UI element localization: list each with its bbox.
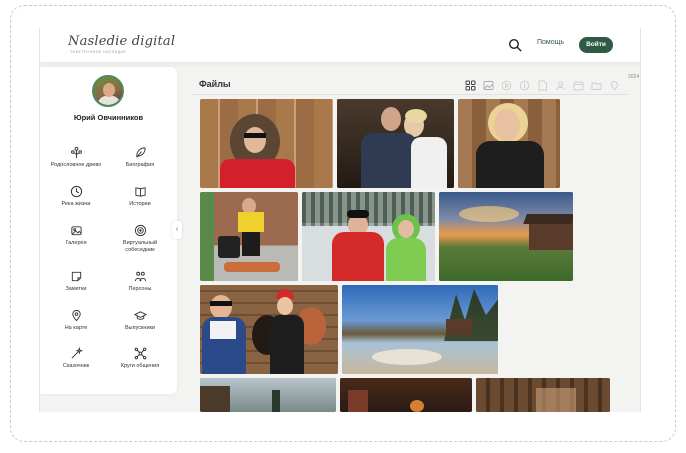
people-filter-icon[interactable] <box>555 78 566 91</box>
book-icon <box>134 187 146 197</box>
sidebar-item-label: Заметки <box>65 286 87 292</box>
photo-thumbnail[interactable] <box>439 192 573 281</box>
sidebar-item-label: На карте <box>64 325 88 331</box>
sidebar-item-life-river[interactable]: Река жизни <box>46 185 106 208</box>
page-title: Файлы <box>199 79 231 89</box>
sidebar-item-biography[interactable]: Биография <box>110 146 170 169</box>
scrollbar-thumb[interactable] <box>640 312 641 338</box>
search-icon[interactable] <box>508 38 522 52</box>
sidebar-item-graduates[interactable]: Выпускники <box>110 309 170 332</box>
chat-icon <box>134 224 146 237</box>
photo-thumbnail[interactable] <box>458 99 560 188</box>
sidebar-item-social-circles[interactable]: Круги общения <box>110 347 170 370</box>
note-icon <box>71 271 81 282</box>
login-button[interactable]: Войти <box>579 37 613 53</box>
feather-icon <box>135 147 146 158</box>
sidebar-item-label: Родословное древо <box>50 162 102 168</box>
photo-thumbnail[interactable] <box>340 378 472 412</box>
map-pin-icon <box>71 309 81 322</box>
document-filter-icon[interactable] <box>537 78 548 91</box>
magic-wand-icon <box>71 347 83 359</box>
image-filter-icon[interactable] <box>483 78 494 90</box>
sidebar-item-on-map[interactable]: На карте <box>46 309 106 332</box>
profile-name: Юрий Овчинников <box>73 113 144 122</box>
sidebar-item-persons[interactable]: Персоны <box>110 270 170 293</box>
location-filter-icon[interactable] <box>609 78 620 91</box>
video-filter-icon[interactable] <box>501 78 512 91</box>
photo-thumbnail[interactable] <box>302 192 435 281</box>
sidebar-item-gallery[interactable]: Галерея <box>46 224 106 247</box>
network-icon <box>134 347 146 360</box>
sidebar: Юрий Овчинников Родословное древо Биогра… <box>40 67 177 394</box>
sidebar-item-label: Виртуальный собеседник <box>122 240 158 253</box>
clock-icon <box>70 185 82 198</box>
photo-thumbnail[interactable] <box>200 99 333 188</box>
audio-filter-icon[interactable] <box>519 78 530 91</box>
photo-thumbnail[interactable] <box>200 378 336 412</box>
sidebar-item-label: Круги общения <box>120 363 160 369</box>
title-divider <box>192 94 628 95</box>
gallery-icon <box>70 226 82 236</box>
photo-thumbnail[interactable] <box>200 192 298 281</box>
tree-icon <box>70 146 82 159</box>
sidebar-item-label: Истории <box>129 201 151 207</box>
year-label: 2024 <box>628 74 640 80</box>
logo[interactable]: Nasledie digital <box>68 34 175 49</box>
sidebar-item-virtual-companion[interactable]: Виртуальный собеседник <box>110 224 170 253</box>
photo-thumbnail[interactable] <box>337 99 454 188</box>
photo-thumbnail[interactable] <box>342 285 498 374</box>
app-window: Nasledie digital ЭЛЕКТРОННОЕ НАСЛЕДИЕ По… <box>39 28 641 412</box>
sidebar-item-family-tree[interactable]: Родословное древо <box>46 146 106 169</box>
sidebar-item-storyteller[interactable]: Сказочник <box>46 347 106 370</box>
sidebar-item-label: Биография <box>125 162 155 168</box>
sidebar-item-label: Сказочник <box>62 363 90 369</box>
persons-icon <box>134 271 146 282</box>
calendar-filter-icon[interactable] <box>573 78 584 91</box>
sidebar-item-label: Река жизни <box>61 201 91 207</box>
grid-view-icon[interactable] <box>465 78 476 91</box>
photo-thumbnail[interactable] <box>200 285 338 374</box>
graduation-cap-icon <box>133 311 147 320</box>
logo-subtitle: ЭЛЕКТРОННОЕ НАСЛЕДИЕ <box>70 50 127 54</box>
sidebar-item-label: Выпускники <box>124 325 156 331</box>
photo-thumbnail[interactable] <box>476 378 610 412</box>
top-bar: Nasledie digital ЭЛЕКТРОННОЕ НАСЛЕДИЕ По… <box>40 28 640 62</box>
sidebar-item-label: Персоны <box>128 286 152 292</box>
sidebar-item-label: Галерея <box>65 240 87 246</box>
avatar[interactable] <box>92 75 124 107</box>
sidebar-item-notes[interactable]: Заметки <box>46 270 106 293</box>
sidebar-collapse-button[interactable]: ‹ <box>172 221 182 239</box>
help-link[interactable]: Помощь <box>537 39 564 46</box>
sidebar-item-stories[interactable]: Истории <box>110 185 170 208</box>
folder-filter-icon[interactable] <box>591 78 602 90</box>
